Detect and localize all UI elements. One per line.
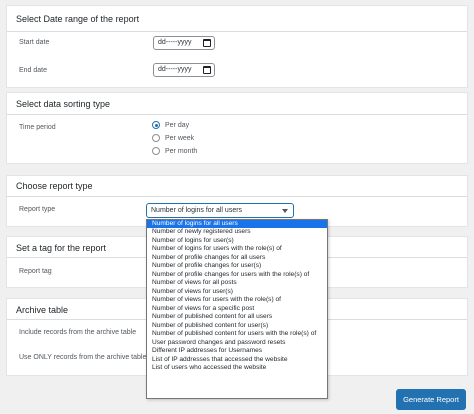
report-type-label: Report type [19, 206, 56, 213]
report-type-select[interactable]: Number of logins for all users [146, 203, 294, 218]
tag-title: Set a tag for the report [16, 243, 107, 253]
start-date-value: dd-----yyyy [158, 39, 192, 46]
report-type-dropdown[interactable]: Number of logins for all users Number of … [146, 219, 328, 399]
only-archive-label: Use ONLY records from the archive table [19, 354, 147, 361]
start-date-input[interactable]: dd-----yyyy [153, 36, 215, 50]
dropdown-option[interactable]: List of users who accessed the website [147, 364, 327, 372]
report-type-title: Choose report type [16, 181, 93, 191]
sorting-title: Select data sorting type [16, 99, 111, 109]
archive-title: Archive table [16, 305, 69, 315]
dropdown-option[interactable]: User password changes and password reset… [147, 339, 327, 347]
dropdown-option[interactable]: Number of published content for all user… [147, 313, 327, 321]
include-archive-label: Include records from the archive table [19, 329, 137, 336]
dropdown-option[interactable]: Number of logins for all users [147, 220, 327, 229]
divider [7, 196, 467, 197]
radio-label: Per day [165, 121, 190, 129]
chevron-down-icon [282, 209, 288, 213]
dropdown-option[interactable]: Number of views for a specific post [147, 305, 327, 313]
divider [7, 31, 467, 32]
dropdown-option[interactable]: Number of views for users with the role(… [147, 296, 327, 304]
generate-report-button[interactable]: Generate Report [396, 389, 466, 410]
end-date-input[interactable]: dd-----yyyy [153, 63, 215, 77]
dropdown-option[interactable]: Number of published content for user(s) [147, 322, 327, 330]
date-range-panel: Select Date range of the report Start da… [6, 5, 468, 88]
date-range-title: Select Date range of the report [16, 14, 140, 24]
dropdown-option[interactable]: Number of profile changes for users with… [147, 271, 327, 279]
radio-button[interactable] [152, 147, 160, 155]
end-date-label: End date [19, 67, 48, 74]
radio-label: Per month [165, 147, 198, 155]
dropdown-option[interactable]: Number of profile changes for all users [147, 254, 327, 262]
calendar-icon[interactable] [203, 39, 211, 47]
radio-label: Per week [165, 134, 195, 142]
dropdown-option[interactable]: Number of newly registered users [147, 228, 327, 236]
dropdown-option[interactable]: Number of views for all posts [147, 279, 327, 287]
dropdown-option[interactable]: Number of views for user(s) [147, 288, 327, 296]
radio-per-day[interactable]: Per day [152, 120, 189, 130]
dropdown-option[interactable]: Number of profile changes for user(s) [147, 262, 327, 270]
calendar-icon[interactable] [203, 66, 211, 74]
divider [7, 114, 467, 115]
start-date-label: Start date [19, 39, 50, 46]
dropdown-option[interactable]: Number of published content for users wi… [147, 330, 327, 338]
radio-button[interactable] [152, 121, 160, 129]
radio-per-month[interactable]: Per month [152, 146, 197, 156]
dropdown-option[interactable]: Number of logins for user(s) [147, 237, 327, 245]
dropdown-option[interactable]: Different IP addresses for Usernames [147, 347, 327, 355]
radio-button[interactable] [152, 134, 160, 142]
time-period-label: Time period [19, 124, 56, 131]
sorting-panel: Select data sorting type Time period Per… [6, 92, 468, 164]
dropdown-option[interactable]: Number of logins for users with the role… [147, 245, 327, 253]
select-value: Number of logins for all users [151, 207, 243, 214]
report-tag-label: Report tag [19, 268, 52, 275]
dropdown-option[interactable]: List of IP addresses that accessed the w… [147, 356, 327, 364]
radio-per-week[interactable]: Per week [152, 133, 194, 143]
end-date-value: dd-----yyyy [158, 66, 192, 73]
